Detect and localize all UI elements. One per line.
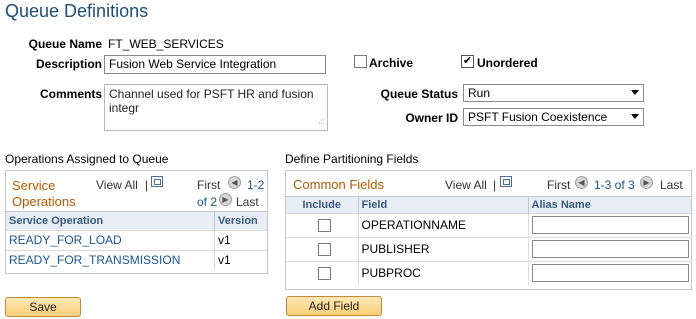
next-icon[interactable]: ▶ bbox=[219, 193, 232, 206]
divider: | bbox=[493, 178, 497, 192]
include-cell bbox=[286, 213, 359, 237]
last-link[interactable]: Last bbox=[660, 178, 683, 192]
alias-cell bbox=[528, 237, 691, 261]
caption-line2: Operations bbox=[12, 194, 76, 209]
field-value: PUBLISHER bbox=[358, 237, 529, 261]
chevron-down-icon bbox=[631, 90, 639, 95]
range-line2: of 2 bbox=[197, 195, 218, 209]
chevron-down-icon bbox=[631, 114, 639, 119]
comments-textarea[interactable]: Channel used for PSFT HR and fusion inte… bbox=[104, 84, 328, 131]
range-label: 1-3 of 3 bbox=[594, 178, 635, 192]
version-value: v1 bbox=[218, 233, 231, 247]
field-value: OPERATIONNAME bbox=[358, 213, 529, 237]
view-all-link[interactable]: View All bbox=[96, 178, 138, 192]
queue-status-select[interactable]: Run bbox=[463, 84, 644, 102]
comments-label: Comments bbox=[39, 87, 102, 101]
description-input[interactable]: Fusion Web Service Integration bbox=[104, 55, 326, 74]
alias-name-input[interactable] bbox=[531, 216, 689, 234]
queue-name-value: FT_WEB_SERVICES bbox=[108, 37, 224, 51]
archive-label: Archive bbox=[369, 56, 414, 70]
partitioning-table-header: Include Field Alias Name bbox=[286, 197, 691, 213]
col-version: Version bbox=[218, 214, 258, 227]
service-operation-link[interactable]: READY_FOR_TRANSMISSION bbox=[6, 250, 216, 270]
partitioning-grid-caption: Common Fields bbox=[293, 177, 385, 192]
table-row: READY_FOR_TRANSMISSION v1 bbox=[6, 250, 267, 270]
alias-name-input[interactable] bbox=[531, 264, 689, 283]
operations-grid-caption: Service Operations bbox=[12, 178, 76, 210]
col-service-operation: Service Operation bbox=[6, 212, 216, 230]
operations-grid-header: Service Operations View All | First ◀ 1-… bbox=[6, 171, 267, 212]
range-line1: 1-2 bbox=[247, 178, 265, 192]
table-row: READY_FOR_LOAD v1 bbox=[6, 230, 267, 250]
col-alias-name: Alias Name bbox=[531, 198, 591, 211]
caption-line1: Service bbox=[12, 178, 56, 193]
owner-id-select[interactable]: PSFT Fusion Coexistence bbox=[463, 108, 644, 126]
comments-text: Channel used for PSFT HR and fusion inte… bbox=[109, 87, 314, 115]
previous-icon[interactable]: ◀ bbox=[575, 176, 588, 189]
partitioning-table: Include Field Alias Name OPERATIONNAME P… bbox=[286, 197, 691, 285]
next-icon[interactable]: ▶ bbox=[640, 176, 653, 189]
add-field-button[interactable]: Add Field bbox=[286, 296, 382, 316]
operations-grid: Service Operations View All | First ◀ 1-… bbox=[5, 170, 268, 274]
owner-id-label: Owner ID bbox=[405, 111, 458, 125]
unordered-checkbox[interactable]: ✔ bbox=[461, 55, 474, 68]
operations-section-title: Operations Assigned to Queue bbox=[5, 152, 169, 166]
version-value: v1 bbox=[218, 253, 231, 268]
include-checkbox[interactable] bbox=[318, 266, 331, 280]
table-row: OPERATIONNAME bbox=[286, 213, 691, 237]
col-include: Include bbox=[286, 197, 359, 213]
include-checkbox[interactable] bbox=[318, 218, 331, 232]
alias-cell bbox=[528, 213, 691, 237]
alias-name-input[interactable] bbox=[531, 240, 689, 258]
save-button[interactable]: Save bbox=[5, 297, 81, 317]
operations-table-header: Service Operation Version bbox=[6, 212, 267, 230]
col-field: Field bbox=[358, 197, 529, 213]
alias-cell bbox=[528, 261, 691, 285]
queue-status-label: Queue Status bbox=[380, 87, 458, 101]
first-link[interactable]: First bbox=[547, 178, 570, 192]
service-operation-link[interactable]: READY_FOR_LOAD bbox=[6, 230, 216, 250]
zoom-icon[interactable] bbox=[500, 176, 512, 187]
table-row: PUBLISHER bbox=[286, 237, 691, 261]
last-link[interactable]: Last bbox=[236, 195, 259, 209]
operations-table: Service Operation Version READY_FOR_LOAD… bbox=[6, 212, 267, 270]
previous-icon[interactable]: ◀ bbox=[228, 176, 241, 189]
include-cell bbox=[286, 261, 359, 285]
queue-name-label: Queue Name bbox=[28, 37, 102, 51]
field-value: PUBPROC bbox=[358, 261, 529, 285]
first-link[interactable]: First bbox=[197, 178, 220, 192]
include-cell bbox=[286, 237, 359, 261]
partitioning-grid: Common Fields View All | First ◀ 1-3 of … bbox=[285, 170, 692, 290]
zoom-icon[interactable] bbox=[151, 176, 163, 187]
include-checkbox[interactable] bbox=[318, 242, 331, 256]
partitioning-section-title: Define Partitioning Fields bbox=[285, 152, 419, 166]
description-label: Description bbox=[35, 57, 102, 71]
owner-id-value: PSFT Fusion Coexistence bbox=[468, 110, 608, 124]
queue-status-value: Run bbox=[468, 86, 491, 100]
partitioning-grid-header: Common Fields View All | First ◀ 1-3 of … bbox=[286, 171, 691, 197]
view-all-link[interactable]: View All bbox=[445, 178, 487, 192]
page-title: Queue Definitions bbox=[5, 1, 149, 21]
resize-grip-icon[interactable]: .:: bbox=[318, 115, 325, 129]
divider: | bbox=[145, 178, 149, 192]
unordered-label: Unordered bbox=[477, 56, 538, 70]
archive-checkbox[interactable] bbox=[354, 55, 367, 68]
table-row: PUBPROC bbox=[286, 261, 691, 285]
